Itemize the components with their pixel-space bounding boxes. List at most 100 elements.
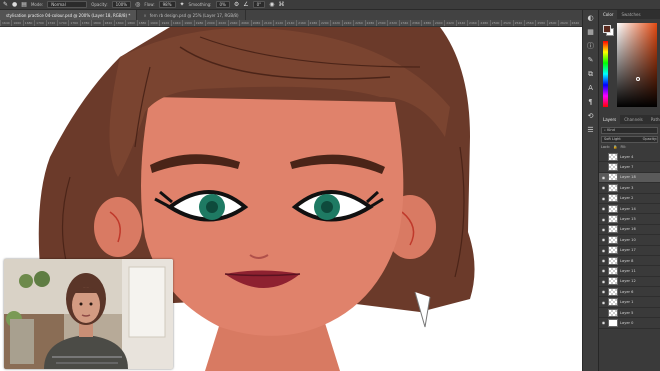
- visibility-eye-icon[interactable]: ◉: [601, 300, 606, 305]
- ruler-tick-label: 2460: [467, 20, 477, 26]
- layer-row[interactable]: Layer 7: [599, 162, 660, 173]
- layer-thumbnail: [608, 215, 618, 224]
- brush-tool-icon[interactable]: ✎: [3, 1, 8, 8]
- visibility-eye-icon[interactable]: ◉: [601, 320, 606, 325]
- layer-row[interactable]: ◉ Layer 2: [599, 194, 660, 204]
- color-panel-icon[interactable]: ◐: [586, 13, 596, 23]
- layer-filter[interactable]: ⌕ Kind: [601, 127, 658, 134]
- ruler-tick-label: 2080: [250, 20, 261, 26]
- layer-row[interactable]: ◉ Layer 15: [599, 214, 660, 225]
- symmetry-icon[interactable]: ⌘: [278, 1, 284, 8]
- properties-icon[interactable]: ☰: [586, 125, 596, 135]
- layer-row[interactable]: ◉ Layer 1: [599, 297, 660, 308]
- layer-row[interactable]: ◉ Layer 0: [599, 318, 660, 329]
- layer-thumbnail: [608, 246, 618, 255]
- ruler-tick-label: 2620: [558, 20, 568, 26]
- mode-select[interactable]: Normal: [47, 1, 88, 8]
- paragraph-icon[interactable]: ¶: [586, 97, 596, 107]
- info-icon[interactable]: ⓘ: [586, 41, 596, 51]
- angle-field[interactable]: 0°: [252, 1, 266, 8]
- ruler-tick-label: 1860: [125, 20, 135, 26]
- tab-paths[interactable]: Paths: [647, 115, 660, 124]
- visibility-eye-icon[interactable]: ◉: [601, 206, 606, 211]
- ruler-tick-label: 2580: [535, 20, 545, 26]
- visibility-eye-icon[interactable]: ◉: [601, 175, 606, 180]
- lock-icon[interactable]: 🔒: [613, 145, 617, 149]
- mode-label: Mode:: [30, 2, 44, 7]
- tab-label: stylisation practice 04-colour.psd @ 200…: [6, 12, 131, 18]
- visibility-eye-icon[interactable]: ◉: [601, 227, 606, 232]
- color-panel: [599, 19, 660, 113]
- hue-slider[interactable]: [603, 41, 608, 107]
- layer-row[interactable]: ◉ Layer 11: [599, 266, 660, 277]
- visibility-eye-icon[interactable]: ◉: [601, 279, 606, 284]
- visibility-eye-icon[interactable]: ◉: [601, 248, 606, 253]
- filter-kind-label: Kind: [607, 128, 615, 132]
- layer-row[interactable]: ◉ Layer 10: [599, 235, 660, 246]
- foreground-color-swatch[interactable]: [603, 25, 611, 33]
- layer-name: Layer 6: [620, 289, 634, 294]
- layer-row[interactable]: Layer 4: [599, 152, 660, 163]
- layer-name: Layer 8: [620, 258, 634, 263]
- clone-source-icon[interactable]: ⧉: [586, 69, 596, 79]
- layer-row[interactable]: ◉ Layer 8: [599, 256, 660, 267]
- document-tabs: stylisation practice 04-colour.psd @ 200…: [0, 10, 582, 20]
- tab-color[interactable]: Color: [599, 10, 618, 19]
- layer-row[interactable]: ◉ Layer 17: [599, 246, 660, 256]
- layer-name: Layer 2: [620, 196, 634, 201]
- tab-swatches[interactable]: Swatches: [617, 10, 644, 19]
- ruler-tick-label: 1980: [193, 20, 204, 26]
- layer-thumbnail: [608, 152, 618, 161]
- layer-name: Layer 15: [620, 217, 636, 222]
- layer-row[interactable]: ◉ Layer 16: [599, 225, 660, 236]
- layer-thumbnail: [608, 298, 618, 307]
- visibility-eye-icon[interactable]: ◉: [601, 258, 606, 263]
- opacity-field[interactable]: 100%: [111, 1, 132, 8]
- ruler-tick-label: 1920: [159, 20, 170, 26]
- tab-fern-design[interactable]: × fern rb design.psd @ 25% (Layer 17, RG…: [137, 10, 246, 20]
- brush-preset-icon[interactable]: ●: [12, 1, 17, 8]
- ruler-tick-label: 2520: [501, 20, 511, 26]
- ruler-tick-label: 2200: [318, 20, 329, 26]
- layer-row[interactable]: ◉ Layer 3: [599, 183, 660, 194]
- ruler-tick-label: 2320: [387, 20, 397, 26]
- panel-toolstrip: ◐ ▦ ⓘ ✎ ⧉ A ¶ ⟲ ☰: [582, 10, 598, 371]
- layer-row[interactable]: ◉ Layer 6: [599, 287, 660, 298]
- visibility-eye-icon[interactable]: ◉: [601, 185, 606, 190]
- tab-layers[interactable]: Layers: [599, 115, 621, 124]
- layer-row[interactable]: ◉ Layer 12: [599, 277, 660, 288]
- swatches-icon[interactable]: ▦: [586, 27, 596, 37]
- brush-settings-icon[interactable]: ▤: [21, 1, 27, 8]
- ruler-tick-label: 2600: [546, 20, 557, 26]
- ruler-tick-label: 2120: [273, 20, 284, 26]
- pressure-opacity-icon[interactable]: ◎: [135, 1, 140, 8]
- layer-row[interactable]: ◉ Layer 14: [599, 204, 660, 215]
- layer-name: Layer 12: [620, 279, 636, 284]
- flow-field[interactable]: 98%: [158, 1, 176, 8]
- close-icon[interactable]: ×: [143, 13, 146, 18]
- lock-row: Lock: 🔒 Fill:: [601, 145, 658, 149]
- tab-channels[interactable]: Channels: [620, 115, 647, 124]
- visibility-eye-icon[interactable]: ◉: [601, 196, 606, 201]
- tab-stylisation-practice[interactable]: stylisation practice 04-colour.psd @ 200…: [0, 10, 138, 20]
- visibility-eye-icon[interactable]: ◉: [601, 217, 606, 222]
- brush-panel-icon[interactable]: ✎: [586, 55, 596, 65]
- visibility-eye-icon[interactable]: ◉: [601, 289, 606, 294]
- character-icon[interactable]: A: [586, 83, 596, 93]
- layer-row[interactable]: ◉ Layer 18: [599, 172, 660, 184]
- visibility-eye-icon[interactable]: ◉: [601, 237, 606, 242]
- color-picker-field[interactable]: [617, 23, 657, 107]
- options-bar: ✎ ● ▤ Mode: Normal Opacity: 100% ◎ Flow:…: [0, 0, 660, 10]
- color-picker-marker[interactable]: [636, 77, 640, 81]
- history-icon[interactable]: ⟲: [586, 111, 596, 121]
- airbrush-icon[interactable]: ✦: [180, 1, 185, 8]
- layer-name: Layer 18: [620, 175, 636, 180]
- smoothing-field[interactable]: 0%: [215, 1, 230, 8]
- horizontal-ruler[interactable]: 1640 1660 1680 1700 1720 1740 1760 1780 1800 1820…: [0, 20, 582, 27]
- visibility-eye-icon[interactable]: ◉: [601, 268, 606, 273]
- pressure-size-icon[interactable]: ◉: [269, 1, 274, 8]
- layer-row[interactable]: Layer 5: [599, 308, 660, 319]
- blend-mode-select[interactable]: Soft Light Opacity:: [601, 136, 658, 143]
- smoothing-settings-icon[interactable]: ⚙: [234, 1, 239, 8]
- presenter-video: [4, 259, 173, 369]
